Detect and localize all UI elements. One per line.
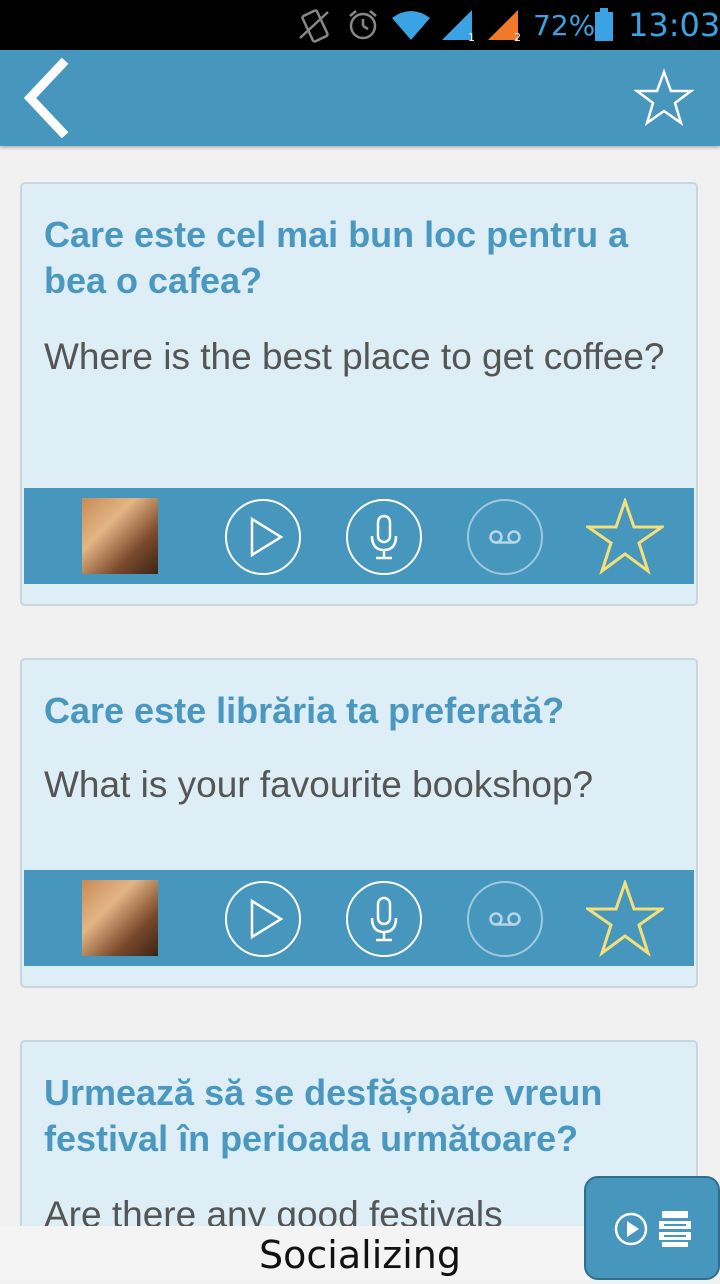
microphone-icon [346,499,422,575]
record-button[interactable] [345,498,423,576]
phrase-toolbar [24,488,694,584]
alarm-icon [349,10,377,40]
speaker-avatar[interactable] [82,880,158,956]
favorites-button[interactable] [633,68,695,128]
english-translation: Are there any good festivals [44,1194,503,1226]
play-button[interactable] [224,880,302,958]
svg-text:2: 2 [514,31,521,42]
play-circle-icon [614,1212,648,1246]
star-outline-icon [633,68,695,127]
clock: 13:03 [628,6,720,44]
vibrate-icon [299,9,329,43]
back-button[interactable] [18,57,78,139]
app-bar [0,50,720,146]
chevron-left-icon [23,57,69,139]
phrase-list[interactable]: Care este cel mai bun loc pentru a bea o… [0,146,720,1226]
status-bar: 1 2 72% 13:03 [0,0,720,50]
romanian-phrase: Urmează să se desfășoare vreun festival … [44,1072,603,1159]
play-icon [225,499,301,575]
record-button[interactable] [345,880,423,958]
svg-text:1: 1 [468,31,475,42]
voicemail-icon [467,881,543,957]
playback-recording-button[interactable] [466,880,544,958]
voicemail-icon [467,499,543,575]
battery-percent: 72% [533,8,596,42]
microphone-icon [346,881,422,957]
playback-recording-button[interactable] [466,498,544,576]
signal-sim1-icon: 1 [442,10,475,42]
signal-sim2-icon: 2 [488,10,521,42]
star-icon [586,498,664,575]
romanian-phrase: Care este librăria ta preferată? [44,690,565,731]
phrase-toolbar [24,870,694,966]
favorite-toggle[interactable] [586,498,664,576]
play-all-button[interactable] [584,1176,720,1280]
english-translation: Where is the best place to get coffee? [44,336,665,377]
phrase-card: Care este cel mai bun loc pentru a bea o… [20,182,698,606]
english-translation: What is your favourite bookshop? [44,764,594,805]
star-icon [586,880,664,957]
battery-icon [595,8,613,41]
wifi-icon [392,11,430,40]
speaker-avatar[interactable] [82,498,158,574]
play-button[interactable] [224,498,302,576]
playlist-icon [659,1211,691,1247]
phrase-card: Care este librăria ta preferată? What is… [20,658,698,988]
play-icon [225,881,301,957]
favorite-toggle[interactable] [586,880,664,958]
romanian-phrase: Care este cel mai bun loc pentru a bea o… [44,214,629,301]
